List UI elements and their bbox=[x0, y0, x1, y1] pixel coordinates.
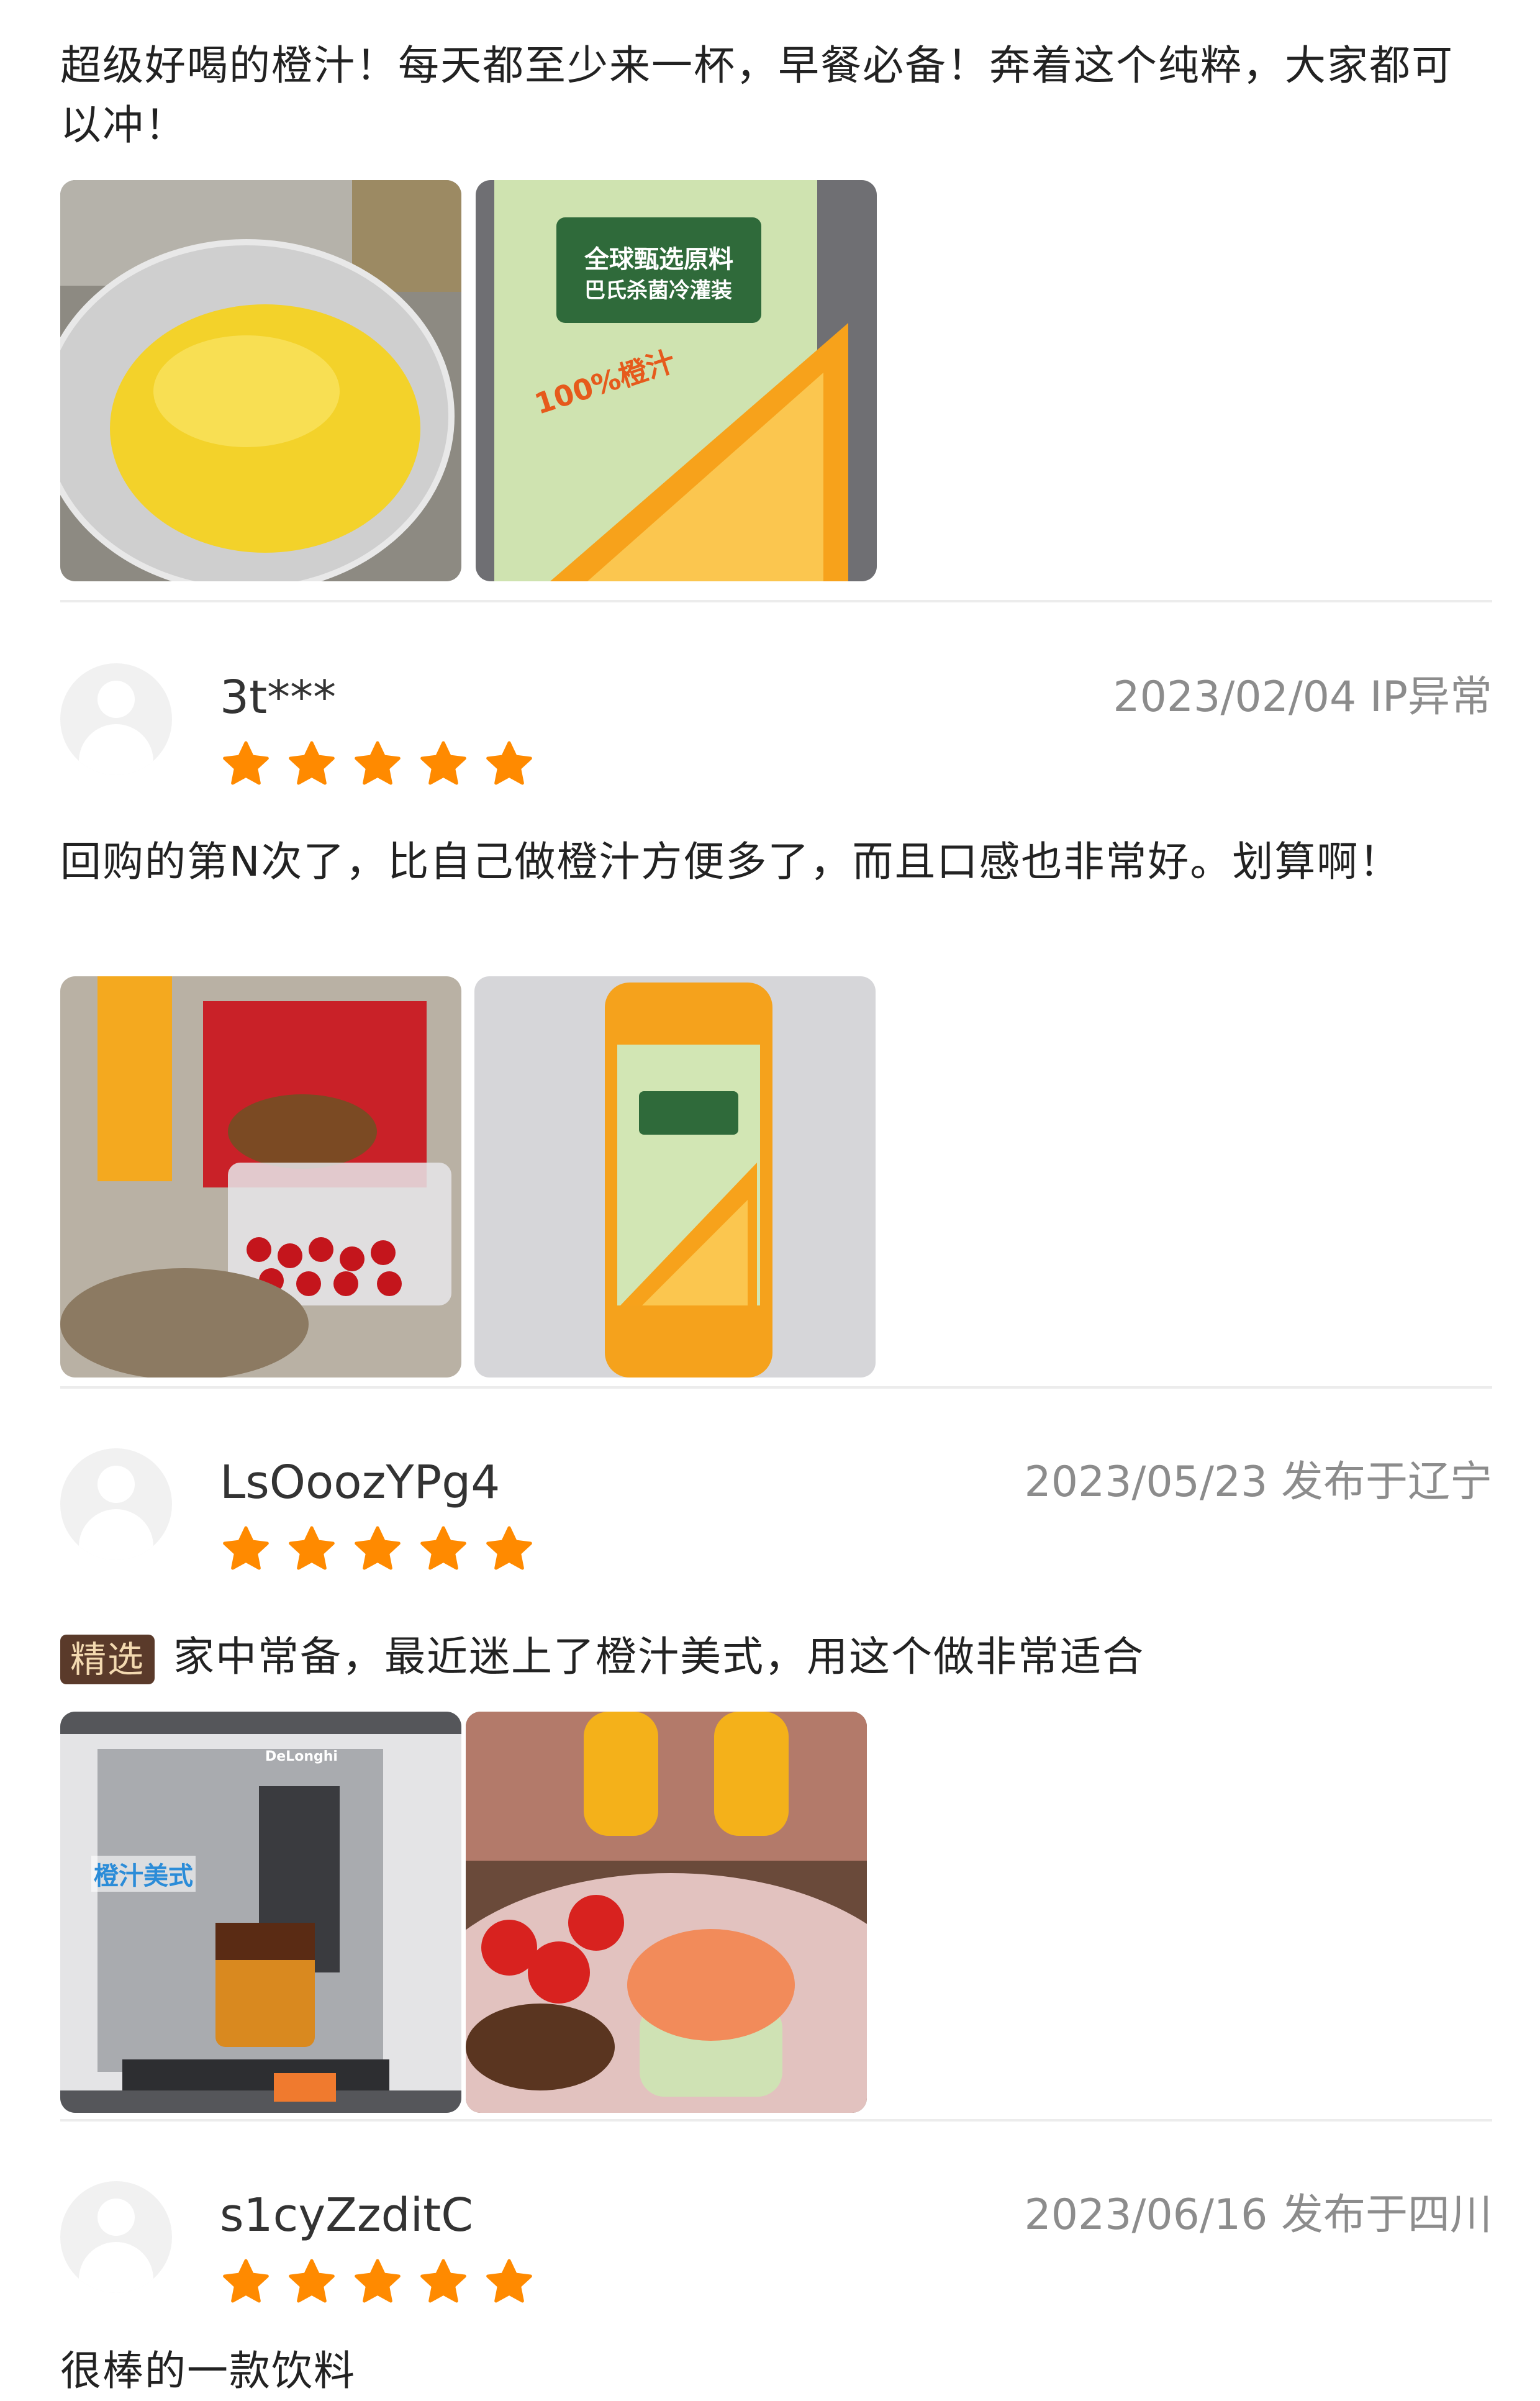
review-text: 回购的第N次了，比自己做橙汁方便多了，而且口感也非常好。划算啊！ bbox=[60, 838, 1402, 886]
star-icon bbox=[484, 739, 534, 789]
divider bbox=[60, 600, 1492, 602]
review-date-location: 2023/06/16 发布于四川 bbox=[1024, 2190, 1492, 2240]
star-icon bbox=[484, 2257, 534, 2307]
user-avatar[interactable] bbox=[60, 2181, 172, 2293]
star-icon bbox=[419, 1524, 468, 1574]
star-icon bbox=[419, 739, 468, 789]
star-icon bbox=[221, 1524, 271, 1574]
review-photo-coffee-machine[interactable]: 橙汁美式 DeLonghi bbox=[60, 1712, 461, 2113]
photo-label-line1: 全球甄选原料 bbox=[584, 245, 733, 274]
username[interactable]: LsOoozYPg4 bbox=[220, 1455, 500, 1510]
star-icon bbox=[353, 2257, 402, 2307]
star-icon bbox=[287, 2257, 337, 2307]
default-avatar-icon bbox=[97, 681, 135, 718]
review-text: 家中常备，最近迷上了橙汁美式，用这个做非常适合 bbox=[173, 1633, 1145, 1681]
star-rating bbox=[221, 739, 534, 789]
star-icon bbox=[221, 739, 271, 789]
star-icon bbox=[221, 2257, 271, 2307]
review-photo-juice-label[interactable]: 全球甄选原料 巴氏杀菌冷灌装 100%橙汁 bbox=[476, 180, 877, 581]
star-icon bbox=[287, 739, 337, 789]
star-icon bbox=[353, 739, 402, 789]
star-rating bbox=[221, 1524, 534, 1574]
review-text: 很棒的一款饮料 bbox=[60, 2347, 356, 2395]
featured-badge: 精选 bbox=[60, 1634, 155, 1684]
review-date-location: 2023/05/23 发布于辽宁 bbox=[1024, 1458, 1492, 1507]
review-photo-salmon-dish[interactable] bbox=[466, 1712, 867, 2113]
star-icon bbox=[287, 1524, 337, 1574]
star-icon bbox=[353, 1524, 402, 1574]
photo-label-line2: 巴氏杀菌冷灌装 bbox=[584, 278, 732, 303]
review-date-location: 2023/02/04 IP异常 bbox=[1113, 673, 1492, 722]
review-text: 超级好喝的橙汁！每天都至少来一杯，早餐必备！奔着这个纯粹，大家都可以冲！ bbox=[60, 42, 1454, 149]
default-avatar-icon bbox=[97, 1466, 135, 1503]
review-photo-juice-glass[interactable] bbox=[60, 180, 461, 581]
review-text-row: 精选 家中常备，最近迷上了橙汁美式，用这个做非常适合 bbox=[60, 1627, 1492, 1687]
photo-overlay-text: 橙汁美式 bbox=[91, 1856, 196, 1892]
divider bbox=[60, 2119, 1492, 2122]
user-avatar[interactable] bbox=[60, 1448, 172, 1560]
default-avatar-icon bbox=[97, 2199, 135, 2236]
divider bbox=[60, 1386, 1492, 1389]
review-photo-groceries[interactable] bbox=[60, 976, 461, 1378]
star-icon bbox=[484, 1524, 534, 1574]
review-photo-bottle[interactable] bbox=[474, 976, 876, 1378]
username[interactable]: 3t*** bbox=[220, 669, 336, 725]
username[interactable]: s1cyZzditC bbox=[220, 2187, 473, 2243]
star-rating bbox=[221, 2257, 534, 2307]
photo-brand-text: DeLonghi bbox=[265, 1749, 338, 1764]
user-avatar[interactable] bbox=[60, 663, 172, 775]
star-icon bbox=[419, 2257, 468, 2307]
